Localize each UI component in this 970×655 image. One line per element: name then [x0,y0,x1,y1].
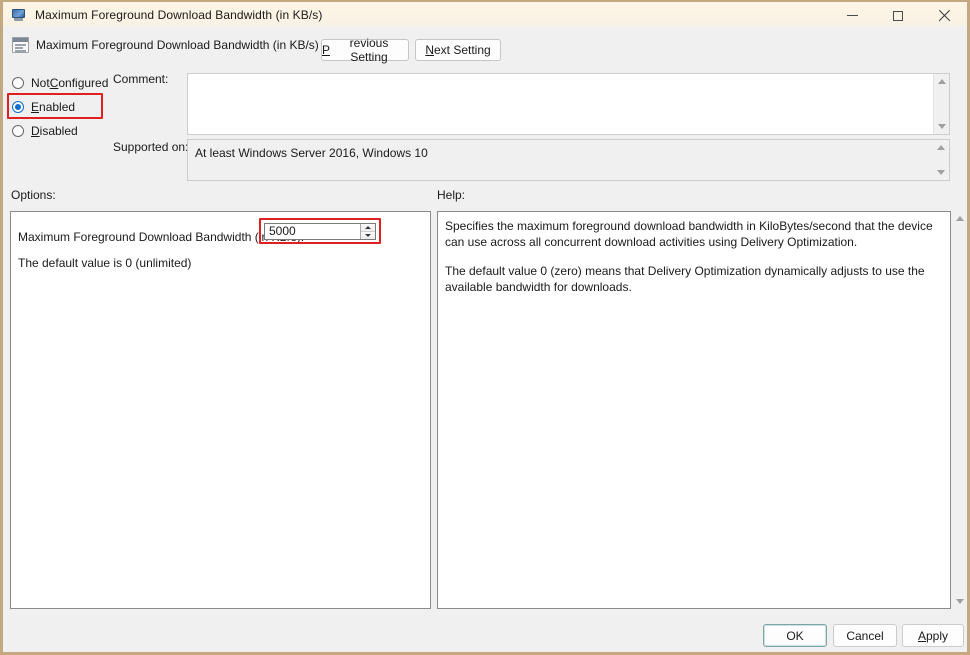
help-scroll-up-button[interactable] [952,211,967,226]
bandwidth-spinner[interactable]: 5000 [264,223,376,240]
spinner-decrement-button[interactable] [361,231,375,239]
spinner-down-icon [365,233,371,237]
default-value-note: The default value is 0 (unlimited) [18,256,192,270]
supported-on-field: At least Windows Server 2016, Windows 10 [187,139,950,181]
radio-disabled-accel: D [31,124,40,138]
footer-divider [3,614,967,615]
maximize-button[interactable] [875,2,921,29]
apply-label: pply [926,628,949,643]
supported-on-scrollbar[interactable] [933,140,949,180]
supported-on-value: At least Windows Server 2016, Windows 10 [195,146,428,160]
options-panel: Maximum Foreground Download Bandwidth (i… [10,211,431,609]
radio-enabled-indicator [12,101,24,113]
next-setting-accel: N [425,43,434,57]
spinner-buttons [360,224,375,239]
radio-not-configured-prefix: Not [31,76,50,90]
radio-disabled-label: isabled [39,124,78,138]
scroll-up-arrow-icon [956,216,964,221]
previous-setting-button[interactable]: Previous Setting [321,36,409,64]
scroll-up-arrow-icon [937,145,945,150]
minimize-icon [846,15,858,16]
scroll-up-arrow-icon [937,79,946,84]
policy-setting-icon [12,37,29,53]
radio-enabled-label: nabled [39,100,76,114]
next-setting-button[interactable]: Next Setting [415,39,501,61]
minimize-button[interactable] [829,2,875,29]
ok-button[interactable]: OK [763,624,827,647]
group-policy-setting-dialog: Maximum Foreground Download Bandwidth (i… [0,0,970,655]
help-section-label: Help: [437,188,466,202]
maximize-icon [893,10,903,21]
help-paragraph-2: The default value 0 (zero) means that De… [445,264,925,294]
radio-disabled-indicator [12,125,24,137]
close-button[interactable] [921,2,967,29]
radio-enabled[interactable]: Enabled [12,100,75,114]
radio-not-configured-label: onfigured [58,76,109,90]
apply-button[interactable]: Apply [902,624,964,647]
cancel-button[interactable]: Cancel [833,624,897,647]
comment-scrollbar[interactable] [933,74,949,134]
scroll-down-arrow-icon [937,124,946,129]
help-panel: Specifies the maximum foreground downloa… [437,211,951,609]
scroll-down-arrow-icon [937,170,945,175]
policy-setting-window-icon [11,7,27,23]
caption-buttons [829,2,967,29]
radio-not-configured-accel: C [49,76,59,90]
next-setting-label: ext Setting [433,43,491,57]
comment-value[interactable] [188,74,933,134]
supported-scroll-down-button[interactable] [933,165,949,180]
spinner-increment-button[interactable] [361,224,375,232]
comment-label: Comment: [113,72,169,86]
radio-not-configured-indicator [12,77,24,89]
window-title: Maximum Foreground Download Bandwidth (i… [35,7,323,22]
previous-setting-accel: P [322,43,331,57]
comment-scroll-up-button[interactable] [934,74,950,89]
options-section-label: Options: [11,188,56,202]
title-bar: Maximum Foreground Download Bandwidth (i… [3,0,967,27]
comment-scroll-down-button[interactable] [934,119,950,134]
supported-scroll-up-button[interactable] [933,140,949,155]
help-paragraph-1: Specifies the maximum foreground downloa… [445,219,933,249]
comment-field[interactable] [187,73,950,135]
spinner-up-icon [365,225,371,229]
setting-name-label: Maximum Foreground Download Bandwidth (i… [36,38,319,52]
help-scrollbar[interactable] [952,211,967,609]
help-scroll-down-button[interactable] [952,594,967,609]
radio-disabled[interactable]: Disabled [12,124,78,138]
previous-setting-label: revious Setting [349,36,389,64]
scroll-down-arrow-icon [956,599,964,604]
bandwidth-input[interactable]: 5000 [265,224,360,239]
supported-on-label: Supported on: [113,140,189,154]
radio-enabled-accel: E [31,100,40,114]
close-icon [938,10,950,22]
radio-not-configured[interactable]: Not Configured [12,76,108,90]
apply-accel: A [917,628,926,643]
